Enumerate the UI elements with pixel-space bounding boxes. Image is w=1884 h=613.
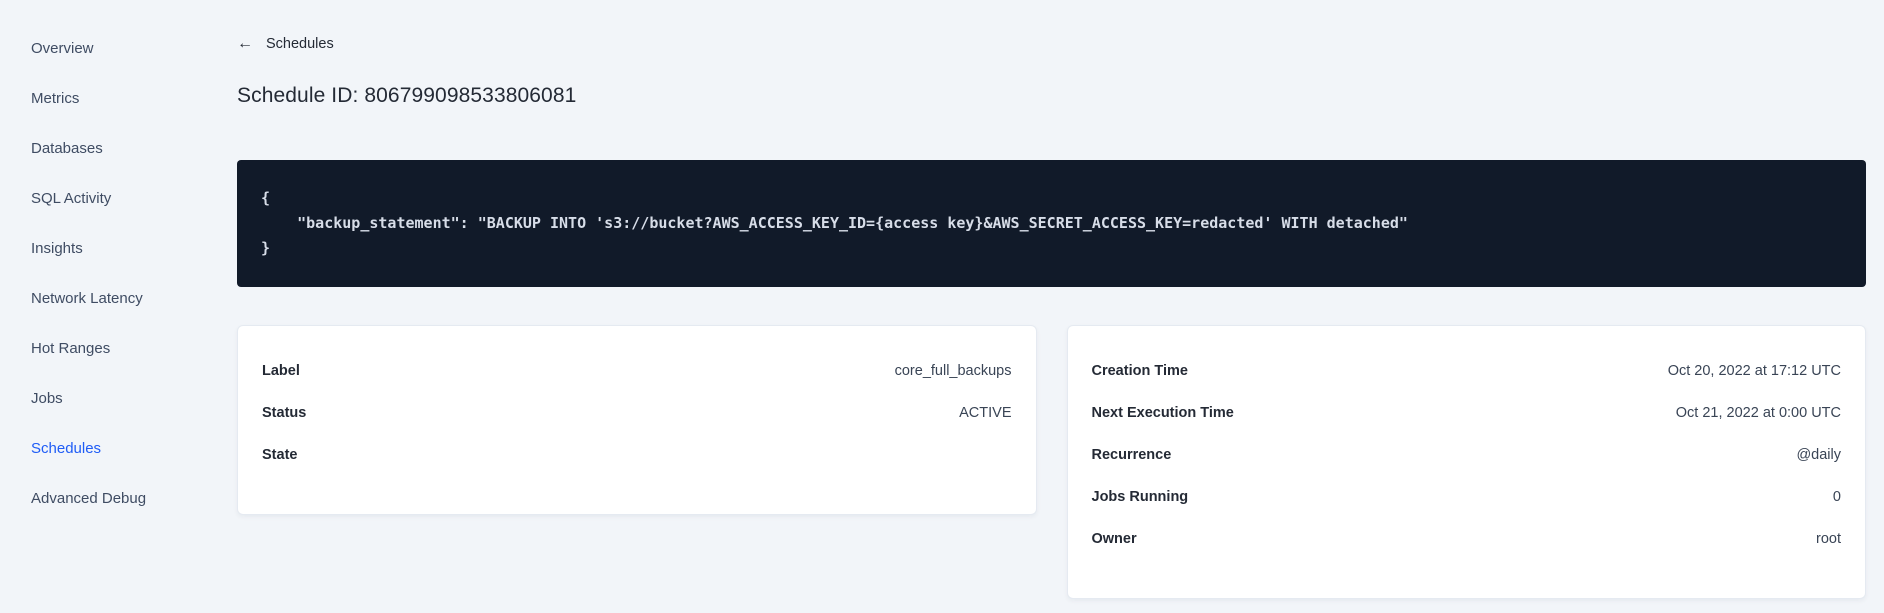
row-label: Label (262, 363, 300, 379)
schedule-details-page: Overview Metrics Databases SQL Activity … (0, 0, 1884, 613)
row-label: Next Execution Time (1091, 405, 1234, 421)
row-value: 0 (1832, 489, 1841, 505)
row-value: ACTIVE (959, 405, 1012, 421)
schedule-timing-card: Creation Time Oct 20, 2022 at 17:12 UTC … (1066, 325, 1866, 599)
sidebar-item-advanced-debug[interactable]: Advanced Debug (0, 473, 190, 523)
back-arrow-icon: ← (237, 35, 253, 52)
main-content: ← Schedules Schedule ID: 806799098533806… (190, 0, 1884, 613)
back-link-label: Schedules (266, 36, 334, 52)
sidebar-item-overview[interactable]: Overview (0, 23, 190, 73)
schedule-meta-card: Label core_full_backups Status ACTIVE St… (237, 325, 1037, 515)
row-label: Status (262, 405, 307, 421)
detail-row-status: Status ACTIVE (262, 392, 1012, 434)
detail-row-creation-time: Creation Time Oct 20, 2022 at 17:12 UTC (1092, 350, 1842, 392)
sidebar-item-insights[interactable]: Insights (0, 223, 190, 273)
detail-row-state: State (262, 434, 1012, 476)
row-label: Jobs Running (1091, 489, 1189, 505)
row-value: root (1816, 531, 1841, 547)
sidebar-item-network-latency[interactable]: Network Latency (0, 273, 190, 323)
sidebar-nav: Overview Metrics Databases SQL Activity … (0, 0, 190, 613)
detail-row-label: Label core_full_backups (262, 350, 1012, 392)
detail-row-recurrence: Recurrence @daily (1092, 434, 1842, 476)
sidebar-item-jobs[interactable]: Jobs (0, 373, 190, 423)
row-value: core_full_backups (894, 363, 1012, 379)
code-line: } (261, 239, 271, 257)
detail-row-jobs-running: Jobs Running 0 (1092, 476, 1842, 518)
sidebar-item-metrics[interactable]: Metrics (0, 73, 190, 123)
sidebar-item-hot-ranges[interactable]: Hot Ranges (0, 323, 190, 373)
row-label: Creation Time (1091, 363, 1188, 379)
sidebar-item-schedules[interactable]: Schedules (0, 423, 190, 473)
schedule-statement-code-block: { "backup_statement": "BACKUP INTO 's3:/… (237, 160, 1866, 287)
row-value: Oct 21, 2022 at 0:00 UTC (1675, 405, 1841, 421)
detail-row-owner: Owner root (1092, 518, 1842, 560)
row-label: Recurrence (1091, 447, 1172, 463)
detail-cards-row: Label core_full_backups Status ACTIVE St… (237, 325, 1866, 599)
code-line: { (261, 189, 271, 207)
row-label: State (262, 447, 298, 463)
sidebar-item-databases[interactable]: Databases (0, 123, 190, 173)
row-label: Owner (1091, 531, 1137, 547)
sidebar-item-sql-activity[interactable]: SQL Activity (0, 173, 190, 223)
detail-row-next-execution-time: Next Execution Time Oct 21, 2022 at 0:00… (1092, 392, 1842, 434)
back-to-schedules-link[interactable]: ← Schedules (237, 35, 334, 53)
row-value: @daily (1796, 447, 1841, 463)
row-value: Oct 20, 2022 at 17:12 UTC (1667, 363, 1841, 379)
code-line: "backup_statement": "BACKUP INTO 's3://b… (261, 214, 1408, 232)
page-title: Schedule ID: 806799098533806081 (237, 84, 577, 107)
